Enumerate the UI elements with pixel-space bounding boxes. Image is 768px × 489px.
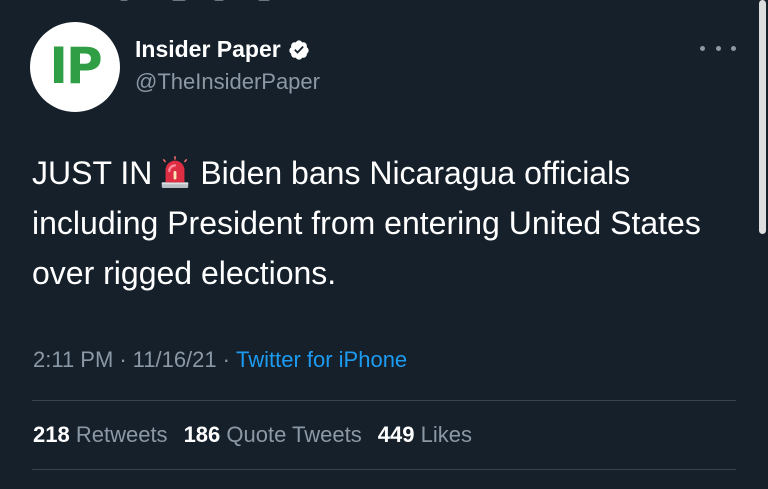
tweet-time[interactable]: 2:11 PM xyxy=(33,347,113,372)
scrollbar[interactable] xyxy=(759,0,766,234)
meta-separator: · xyxy=(119,347,127,372)
retweets-label: Retweets xyxy=(75,422,168,447)
likes-stat[interactable]: 449 Likes xyxy=(378,422,472,448)
previous-tweet-sliver xyxy=(0,0,768,8)
meta-separator: · xyxy=(222,347,230,372)
retweets-count: 218 xyxy=(33,422,70,447)
quote-tweets-count: 186 xyxy=(183,422,221,447)
likes-count: 449 xyxy=(377,422,415,447)
divider xyxy=(32,400,736,401)
tweet-source-link[interactable]: Twitter for iPhone xyxy=(236,347,407,372)
likes-label: Likes xyxy=(420,422,472,447)
avatar[interactable]: IP xyxy=(30,22,120,112)
quote-tweets-label: Quote Tweets xyxy=(226,422,362,447)
tweet-meta: 2:11 PM · 11/16/21 · Twitter for iPhone xyxy=(33,347,407,373)
verified-badge-icon xyxy=(289,39,309,60)
more-dots-icon xyxy=(700,45,705,51)
quote-tweets-stat[interactable]: 186 Quote Tweets xyxy=(184,422,362,448)
rotating-light-emoji-icon xyxy=(162,155,189,189)
retweets-stat[interactable]: 218 Retweets xyxy=(33,422,168,448)
engagement-stats: 218 Retweets 186 Quote Tweets 449 Likes xyxy=(33,422,472,448)
author-handle[interactable]: @TheInsiderPaper xyxy=(135,69,320,95)
divider xyxy=(32,469,736,470)
more-options-button[interactable] xyxy=(700,38,736,58)
author-name[interactable]: Insider Paper xyxy=(135,36,310,63)
avatar-logo-text: IP xyxy=(49,37,102,95)
author-name-text[interactable]: Insider Paper xyxy=(135,36,281,63)
tweet-text-prefix: JUST IN xyxy=(32,155,153,191)
tweet-text: JUST IN Biden bans Nicaragua officials i… xyxy=(32,148,752,298)
tweet-date[interactable]: 11/16/21 xyxy=(133,347,217,372)
